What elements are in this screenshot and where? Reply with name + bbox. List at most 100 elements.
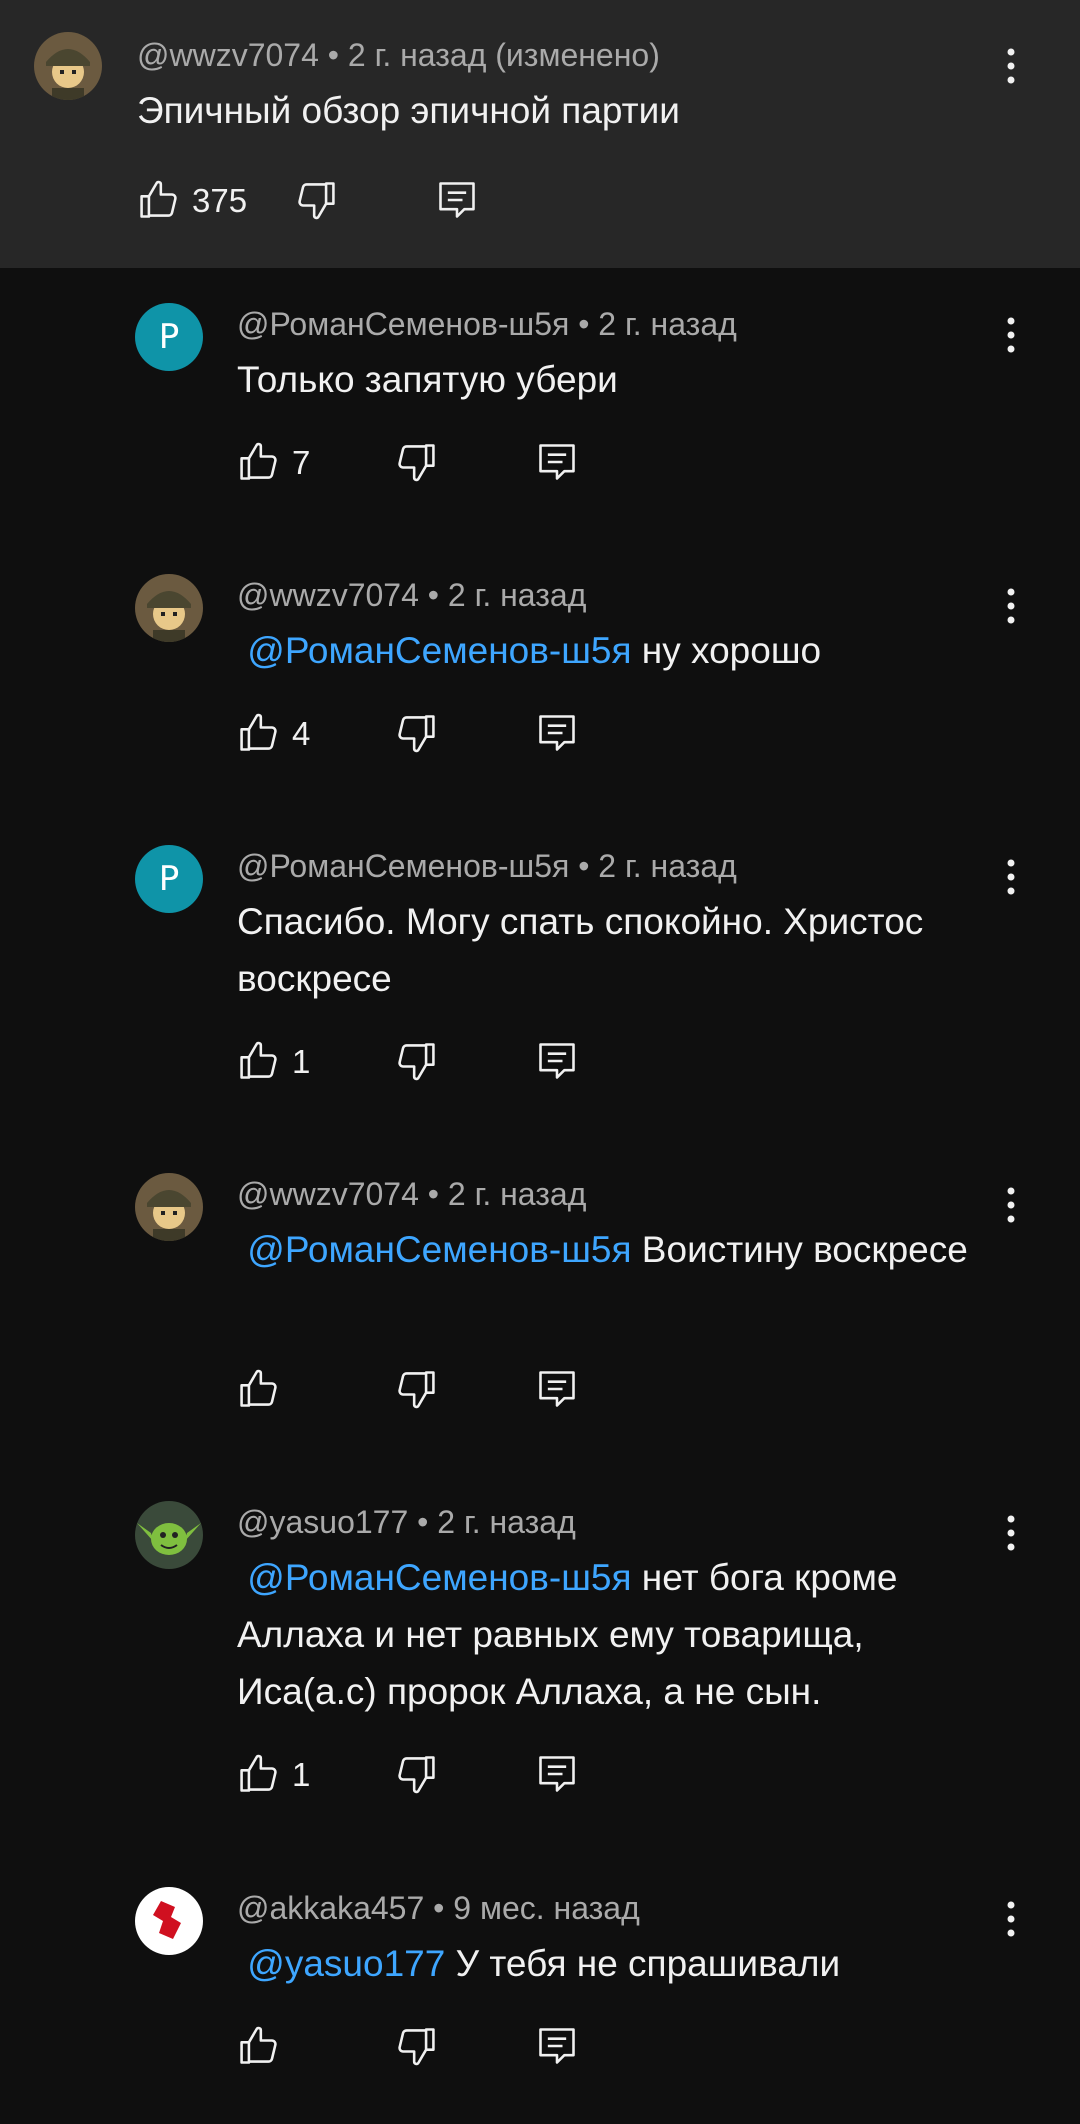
thumbs-down-icon [398,2028,435,2066]
like-button[interactable] [237,1367,285,1415]
reply-comment-icon [539,1371,575,1407]
comment-author[interactable]: @wwzv7074 [237,577,419,613]
dislike-button[interactable] [394,1752,442,1800]
comment-actions: 375 [137,178,737,226]
reply-comment-icon [539,1043,575,1079]
comment-text: @yasuo177 У тебя не спрашивали [237,1935,997,1992]
like-button[interactable] [237,1752,285,1800]
reply-button[interactable] [535,1752,583,1800]
comment-author[interactable]: @wwzv7074 [137,37,319,73]
thumbs-up-icon [240,442,277,480]
more-vert-icon [1007,859,1015,895]
avatar[interactable] [135,1173,203,1241]
comment-author[interactable]: @akkaka457 [237,1890,424,1926]
comment-meta: @РоманСеменов-ш5я • 2 г. назад [237,306,737,343]
thumbs-up-icon [240,2026,277,2064]
reply-comment: @akkaka457 • 9 мес. назад @yasuo177 У те… [0,1884,1080,2124]
like-button[interactable] [237,440,285,488]
like-count: 1 [292,1043,311,1080]
like-count: 1 [292,1756,311,1793]
dislike-button[interactable] [394,440,442,488]
like-button[interactable] [237,711,285,759]
more-options-button[interactable] [1001,311,1021,359]
comment-author[interactable]: @wwzv7074 [237,1176,419,1212]
reply-comment: Р @РоманСеменов-ш5я • 2 г. назад Только за… [0,300,1080,540]
avatar[interactable] [135,1887,203,1955]
reply-button[interactable] [535,440,583,488]
comment-time: 2 г. назад [447,1176,587,1212]
more-options-button[interactable] [1001,1509,1021,1557]
separator: • [418,577,448,613]
avatar[interactable]: Р [135,303,203,371]
reply-button[interactable] [435,178,483,226]
reply-comment: @yasuo177 • 2 г. назад @РоманСеменов-ш5я… [0,1498,1080,1794]
avatar[interactable] [135,1501,203,1569]
dislike-button[interactable] [394,711,442,759]
comment-author[interactable]: @РоманСеменов-ш5я [237,848,569,884]
mention-link[interactable]: @РоманСеменов-ш5я [237,1557,631,1598]
comment-actions: 1 [237,1039,837,1087]
comment-meta: @wwzv7074 • 2 г. назад (изменено) [137,37,660,74]
reply-comment-icon [539,1756,575,1792]
like-count: 7 [292,444,311,481]
thumbs-down-icon [398,1371,435,1409]
thumbs-up-icon [140,180,177,218]
mention-link[interactable]: @РоманСеменов-ш5я [237,630,631,671]
like-button[interactable] [237,1039,285,1087]
comment-time: 2 г. назад [598,306,737,342]
comment-body: Воистину воскресе [631,1229,968,1270]
main-comment: @wwzv7074 • 2 г. назад (изменено) Эпичны… [0,0,1080,268]
thumbs-down-icon [398,1043,435,1081]
avatar[interactable]: Р [135,845,203,913]
like-button[interactable] [237,2024,285,2072]
comment-meta: @РоманСеменов-ш5я • 2 г. назад [237,848,737,885]
thumbs-down-icon [398,715,435,753]
more-vert-icon [1007,48,1015,84]
soldier-avatar-icon [34,32,102,100]
comment-time: 2 г. назад [447,577,587,613]
more-vert-icon [1007,1515,1015,1551]
goblin-avatar-icon [135,1501,203,1569]
more-options-button[interactable] [1001,1181,1021,1229]
more-vert-icon [1007,1901,1015,1937]
comment-actions: 4 [237,711,837,759]
reply-button[interactable] [535,2024,583,2072]
comment-author[interactable]: @yasuo177 [237,1504,408,1540]
comment-text: @РоманСеменов-ш5я Воистину воскресе [237,1221,997,1278]
comment-time: 2 г. назад (изменено) [347,37,660,73]
thumbs-down-icon [298,182,335,220]
dislike-button[interactable] [394,1367,442,1415]
avatar[interactable] [34,32,102,100]
dislike-button[interactable] [394,1039,442,1087]
reply-comment: Р @РоманСеменов-ш5я • 2 г. назад Спасибо. … [0,842,1080,1082]
dislike-button[interactable] [294,178,342,226]
reply-button[interactable] [535,711,583,759]
separator: • [408,1504,438,1540]
dislike-button[interactable] [394,2024,442,2072]
comment-time: 2 г. назад [598,848,737,884]
comment-actions: 7 [237,440,837,488]
soldier-avatar-icon [135,574,203,642]
like-button[interactable] [137,178,185,226]
more-options-button[interactable] [1001,42,1021,90]
more-options-button[interactable] [1001,1895,1021,1943]
separator: • [418,1176,448,1212]
reply-button[interactable] [535,1367,583,1415]
like-count: 375 [192,182,248,219]
like-count: 4 [292,715,311,752]
more-options-button[interactable] [1001,853,1021,901]
avatar-letter: Р [158,317,180,357]
mention-link[interactable]: @yasuo177 [237,1943,445,1984]
comment-text: Эпичный обзор эпичной партии [137,90,680,131]
comment-actions [237,2024,837,2072]
comment-actions [237,1367,837,1415]
thumbs-up-icon [240,1041,277,1079]
reply-button[interactable] [535,1039,583,1087]
avatar-letter: Р [158,859,180,899]
comment-author[interactable]: @РоманСеменов-ш5я [237,306,569,342]
reply-comment-icon [539,715,575,751]
more-options-button[interactable] [1001,582,1021,630]
thumbs-up-icon [240,713,277,751]
mention-link[interactable]: @РоманСеменов-ш5я [237,1229,631,1270]
avatar[interactable] [135,574,203,642]
